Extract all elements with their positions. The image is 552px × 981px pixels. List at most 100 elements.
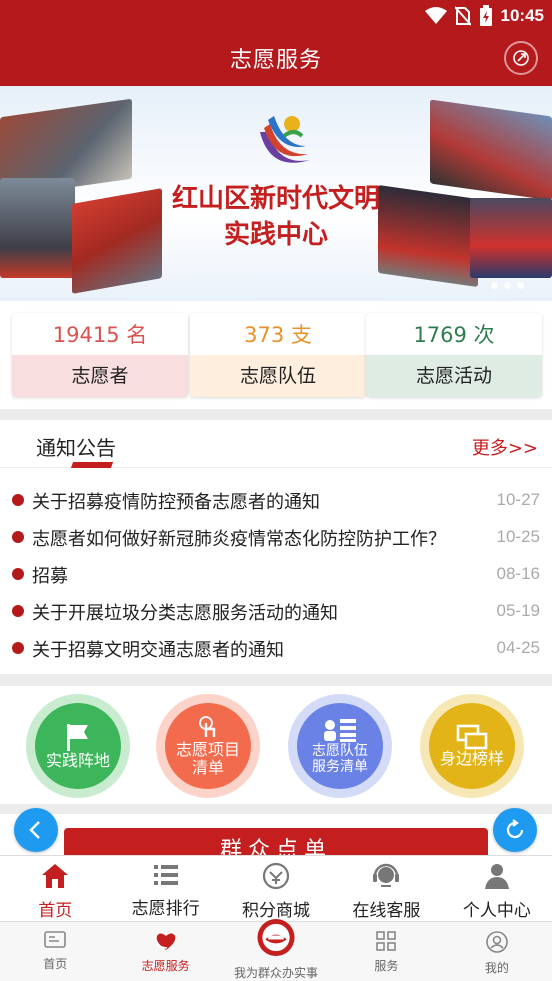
outer-tab-services[interactable]: 服务 [331, 922, 441, 981]
outer-tab-mine[interactable]: 我的 [442, 922, 552, 981]
outer-tab-bar: 首页 志愿服务 我为群众办实事 服务 我的 [0, 918, 552, 981]
mall-icon [262, 862, 290, 890]
tab-label: 在线客服 [352, 901, 421, 921]
refresh-icon [506, 819, 524, 839]
func-circle: 志愿项目 清单 [165, 703, 251, 789]
func-circle: 身边榜样 [429, 703, 515, 789]
notice-item-date: 08-16 [496, 564, 540, 583]
tab-label: 志愿排行 [131, 899, 200, 919]
function-grid: 实践阵地 志愿项目 清单 志愿队伍 服务清单 身边榜样 [0, 686, 552, 804]
stat-label: 志愿队伍 [190, 355, 366, 397]
refresh-float-button[interactable] [493, 808, 537, 852]
notice-item-date: 10-25 [496, 527, 540, 546]
carousel-indicator [491, 282, 524, 289]
inner-tab-profile[interactable]: 个人中心 [442, 856, 552, 921]
inner-tab-home[interactable]: 首页 [0, 856, 110, 921]
func-circle: 实践阵地 [35, 703, 121, 789]
ranking-list-icon [153, 865, 178, 885]
notice-item-title: 志愿者如何做好新冠肺炎疫情常态化防控防护工作？ [32, 529, 446, 550]
notice-title: 通知公告 [36, 436, 116, 460]
notice-item-title: 关于开展垃圾分类志愿服务活动的通知 [32, 603, 338, 624]
battery-charging-icon [479, 5, 492, 26]
notice-item-date: 10-27 [496, 490, 540, 509]
stat-card-volunteers[interactable]: 19415 名 志愿者 [12, 313, 188, 397]
user-circle-icon [486, 931, 508, 953]
status-bar: 10:45 [424, 4, 544, 28]
share-icon [513, 50, 529, 66]
notice-item-title: 招募 [32, 566, 68, 587]
windows-icon [456, 724, 488, 750]
page-title: 志愿服务 [229, 48, 322, 73]
outer-tab-home[interactable]: 首页 [0, 922, 110, 981]
team-list-icon [324, 719, 356, 742]
tab-label: 志愿服务 [141, 959, 190, 973]
touch-icon [199, 716, 216, 737]
bullet-icon [12, 531, 24, 543]
notice-more-link[interactable]: 更多>> [472, 434, 538, 460]
notice-item-date: 04-25 [496, 638, 540, 657]
banner-carousel[interactable]: 红山区新时代文明 实践中心 [0, 86, 552, 301]
bullet-icon [12, 642, 24, 654]
stat-label: 志愿活动 [366, 355, 542, 397]
stats-section: 19415 名 志愿者 373 支 志愿队伍 1769 次 志愿活动 [0, 301, 552, 409]
outer-tab-volunteer[interactable]: 志愿服务 [110, 922, 220, 981]
banner-photo-left-mid [0, 178, 75, 278]
notice-item-date: 05-19 [496, 601, 540, 620]
func-circle: 志愿队伍 服务清单 [297, 703, 383, 789]
app-header: 10:45 志愿服务 [0, 0, 552, 86]
notice-item[interactable]: 关于招募疫情防控预备志愿者的通知 10-27 [0, 482, 552, 518]
status-time: 10:45 [500, 6, 544, 25]
tab-label: 我为群众办实事 [234, 966, 319, 980]
stat-card-teams[interactable]: 373 支 志愿队伍 [190, 313, 366, 397]
notice-item[interactable]: 关于开展垃圾分类志愿服务活动的通知 05-19 [0, 593, 552, 629]
notice-title-underline [70, 462, 114, 468]
practice-base-button[interactable]: 实践阵地 [26, 694, 130, 798]
notice-item[interactable]: 关于招募文明交通志愿者的通知 04-25 [0, 630, 552, 666]
notice-item-title: 关于招募文明交通志愿者的通知 [32, 640, 284, 661]
back-float-button[interactable] [14, 808, 58, 852]
stat-card-activities[interactable]: 1769 次 志愿活动 [366, 313, 542, 397]
notice-header: 通知公告 更多>> [0, 420, 552, 468]
volunteer-project-list-button[interactable]: 志愿项目 清单 [156, 694, 260, 798]
func-label: 身边榜样 [439, 749, 504, 768]
share-button[interactable] [504, 41, 538, 75]
outer-tab-practical[interactable]: 我为群众办实事 [221, 918, 331, 981]
func-label: 服务清单 [312, 759, 368, 775]
bullet-icon [12, 494, 24, 506]
notice-item[interactable]: 志愿者如何做好新冠肺炎疫情常态化防控防护工作？ 10-25 [0, 519, 552, 555]
role-model-button[interactable]: 身边榜样 [420, 694, 524, 798]
inner-tab-ranking[interactable]: 志愿排行 [110, 856, 220, 921]
chevron-left-icon [29, 821, 40, 839]
public-order-button[interactable]: 群众点单 [64, 828, 488, 855]
grid-icon [376, 931, 397, 951]
func-label: 实践阵地 [45, 751, 110, 770]
banner-photo-right-top [430, 99, 552, 201]
tab-label: 个人中心 [462, 901, 531, 921]
tab-label: 我的 [484, 961, 509, 975]
home-icon [42, 864, 69, 888]
team-service-list-button[interactable]: 志愿队伍 服务清单 [288, 694, 392, 798]
civilization-logo-icon [260, 116, 310, 163]
notice-section: 通知公告 更多>> 关于招募疫情防控预备志愿者的通知 10-27 志愿者如何做好… [0, 420, 552, 674]
flag-icon [67, 724, 88, 751]
tab-label: 服务 [374, 959, 399, 973]
inner-tab-service[interactable]: 在线客服 [331, 856, 441, 921]
func-label: 清单 [191, 758, 224, 777]
emblem-icon [257, 918, 295, 957]
inner-tab-bar: 首页 志愿排行 积分商城 在线客服 个人中心 [0, 855, 552, 921]
inner-tab-mall[interactable]: 积分商城 [221, 856, 331, 921]
notice-item-title: 关于招募疫情防控预备志愿者的通知 [32, 492, 320, 513]
tab-label: 首页 [43, 957, 68, 971]
headset-icon [373, 863, 400, 887]
banner-title-line1: 红山区新时代文明 [171, 184, 380, 214]
stat-value: 19415 名 [12, 313, 188, 355]
person-icon [484, 864, 509, 889]
carousel-dot [491, 282, 498, 289]
banner-photo-right-bottom [470, 198, 552, 278]
banner-title-line2: 实践中心 [223, 220, 328, 250]
no-sim-icon [454, 6, 471, 26]
func-label: 志愿项目 [175, 740, 240, 759]
stat-value: 373 支 [190, 313, 366, 355]
notice-item[interactable]: 招募 08-16 [0, 556, 552, 592]
home-card-icon [44, 931, 67, 948]
